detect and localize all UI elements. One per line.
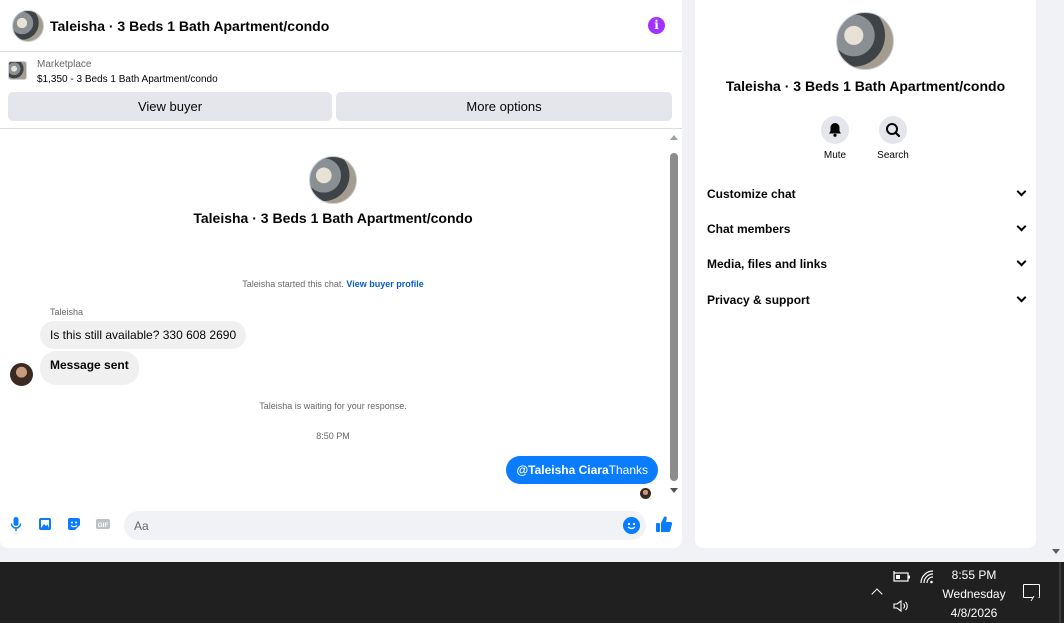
battery-icon[interactable]	[893, 571, 911, 583]
message-input-placeholder: Aa	[134, 519, 149, 533]
search-button[interactable]	[879, 116, 907, 144]
like-icon[interactable]	[655, 515, 673, 533]
clock-day: Wednesday	[942, 587, 1006, 601]
message-list[interactable]: Taleisha · 3 Beds 1 Bath Apartment/condo…	[0, 130, 666, 502]
clock[interactable]: 8:55 PM Wednesday 4/8/2026	[936, 566, 1012, 623]
clock-time: 8:55 PM	[951, 568, 997, 582]
chat-title[interactable]: Taleisha · 3 Beds 1 Bath Apartment/condo	[50, 18, 329, 34]
listing-title: $1,350 - 3 Beds 1 Bath Apartment/condo	[37, 74, 218, 85]
sender-name: Taleisha	[50, 307, 84, 317]
section-media-files-links[interactable]: Media, files and links	[707, 249, 1027, 279]
volume-icon[interactable]	[893, 599, 911, 613]
divider	[0, 128, 682, 129]
scroll-down-arrow[interactable]	[670, 488, 678, 493]
section-label: Chat members	[707, 222, 791, 236]
show-desktop-edge[interactable]	[1059, 562, 1061, 623]
marketplace-listing[interactable]: Marketplace $1,350 - 3 Beds 1 Bath Apart…	[0, 52, 682, 90]
chat-started-notice: Taleisha started this chat. View buyer p…	[0, 279, 666, 289]
scroll-thumb[interactable]	[670, 153, 678, 481]
waiting-notice: Taleisha is waiting for your response.	[259, 401, 407, 411]
message-input[interactable]: Aa	[124, 511, 646, 540]
listing-thumbnail	[8, 61, 27, 80]
search-action[interactable]: Search	[863, 116, 923, 161]
chevron-down-icon	[1016, 221, 1027, 232]
svg-text:GIF: GIF	[98, 522, 109, 529]
profile-avatar	[309, 156, 357, 204]
microphone-icon[interactable]	[8, 516, 24, 532]
chat-info-panel: Taleisha · 3 Beds 1 Bath Apartment/condo…	[695, 0, 1036, 548]
chat-header: Taleisha · 3 Beds 1 Bath Apartment/condo…	[0, 0, 682, 52]
show-hidden-icons-chevron-icon[interactable]	[871, 588, 883, 600]
incoming-message[interactable]: Is this still available? 330 608 2690	[40, 321, 247, 349]
more-options-button[interactable]: More options	[336, 92, 672, 121]
search-label: Search	[877, 150, 909, 161]
message-timestamp: 8:50 PM	[316, 431, 350, 441]
marketplace-label: Marketplace	[37, 59, 92, 70]
search-icon	[886, 123, 901, 138]
info-icon[interactable]: i	[648, 17, 665, 34]
outgoing-text: Thanks	[608, 463, 648, 477]
page-scroll-down-arrow[interactable]	[1052, 549, 1060, 554]
section-customize-chat[interactable]: Customize chat	[707, 179, 1027, 209]
chevron-down-icon	[1016, 292, 1027, 303]
composer: GIF Aa	[0, 505, 682, 545]
emoji-icon[interactable]	[623, 517, 640, 534]
scroll-up-arrow[interactable]	[670, 135, 678, 140]
section-label: Privacy & support	[707, 293, 810, 307]
info-avatar	[836, 12, 894, 70]
sticker-icon[interactable]	[66, 516, 82, 532]
view-buyer-button[interactable]: View buyer	[8, 92, 332, 121]
section-chat-members[interactable]: Chat members	[707, 214, 1027, 244]
windows-taskbar: 8:55 PM Wednesday 4/8/2026	[0, 562, 1064, 623]
photo-icon[interactable]	[37, 516, 53, 532]
chat-panel: Taleisha · 3 Beds 1 Bath Apartment/condo…	[0, 0, 682, 548]
mute-button[interactable]	[821, 116, 849, 144]
gif-icon[interactable]: GIF	[95, 516, 111, 532]
outgoing-message[interactable]: @Taleisha CiaraThanks	[506, 456, 658, 484]
chevron-down-icon	[1016, 186, 1027, 197]
info-chat-name: Taleisha · 3 Beds 1 Bath Apartment/condo	[725, 78, 1006, 94]
chat-started-text: Taleisha started this chat.	[242, 279, 344, 289]
chevron-down-icon	[1016, 256, 1027, 267]
sender-avatar[interactable]	[10, 363, 33, 386]
section-label: Media, files and links	[707, 257, 828, 271]
chat-avatar[interactable]	[12, 10, 44, 42]
section-privacy-support[interactable]: Privacy & support	[707, 285, 1027, 315]
notification-center-icon[interactable]	[1023, 584, 1040, 598]
message-scrollbar[interactable]	[666, 130, 682, 500]
mute-label: Mute	[823, 150, 847, 161]
view-buyer-profile-link[interactable]: View buyer profile	[346, 279, 423, 289]
profile-name: Taleisha · 3 Beds 1 Bath Apartment/condo	[193, 210, 473, 226]
clock-date: 4/8/2026	[950, 606, 998, 620]
wifi-icon[interactable]	[919, 570, 935, 584]
section-label: Customize chat	[707, 187, 796, 201]
mute-action[interactable]: Mute	[805, 116, 865, 161]
incoming-message[interactable]: Message sent	[40, 351, 139, 385]
mention[interactable]: @Taleisha Ciara	[516, 463, 608, 477]
bell-icon	[829, 123, 841, 137]
seen-indicator-avatar	[640, 488, 651, 499]
